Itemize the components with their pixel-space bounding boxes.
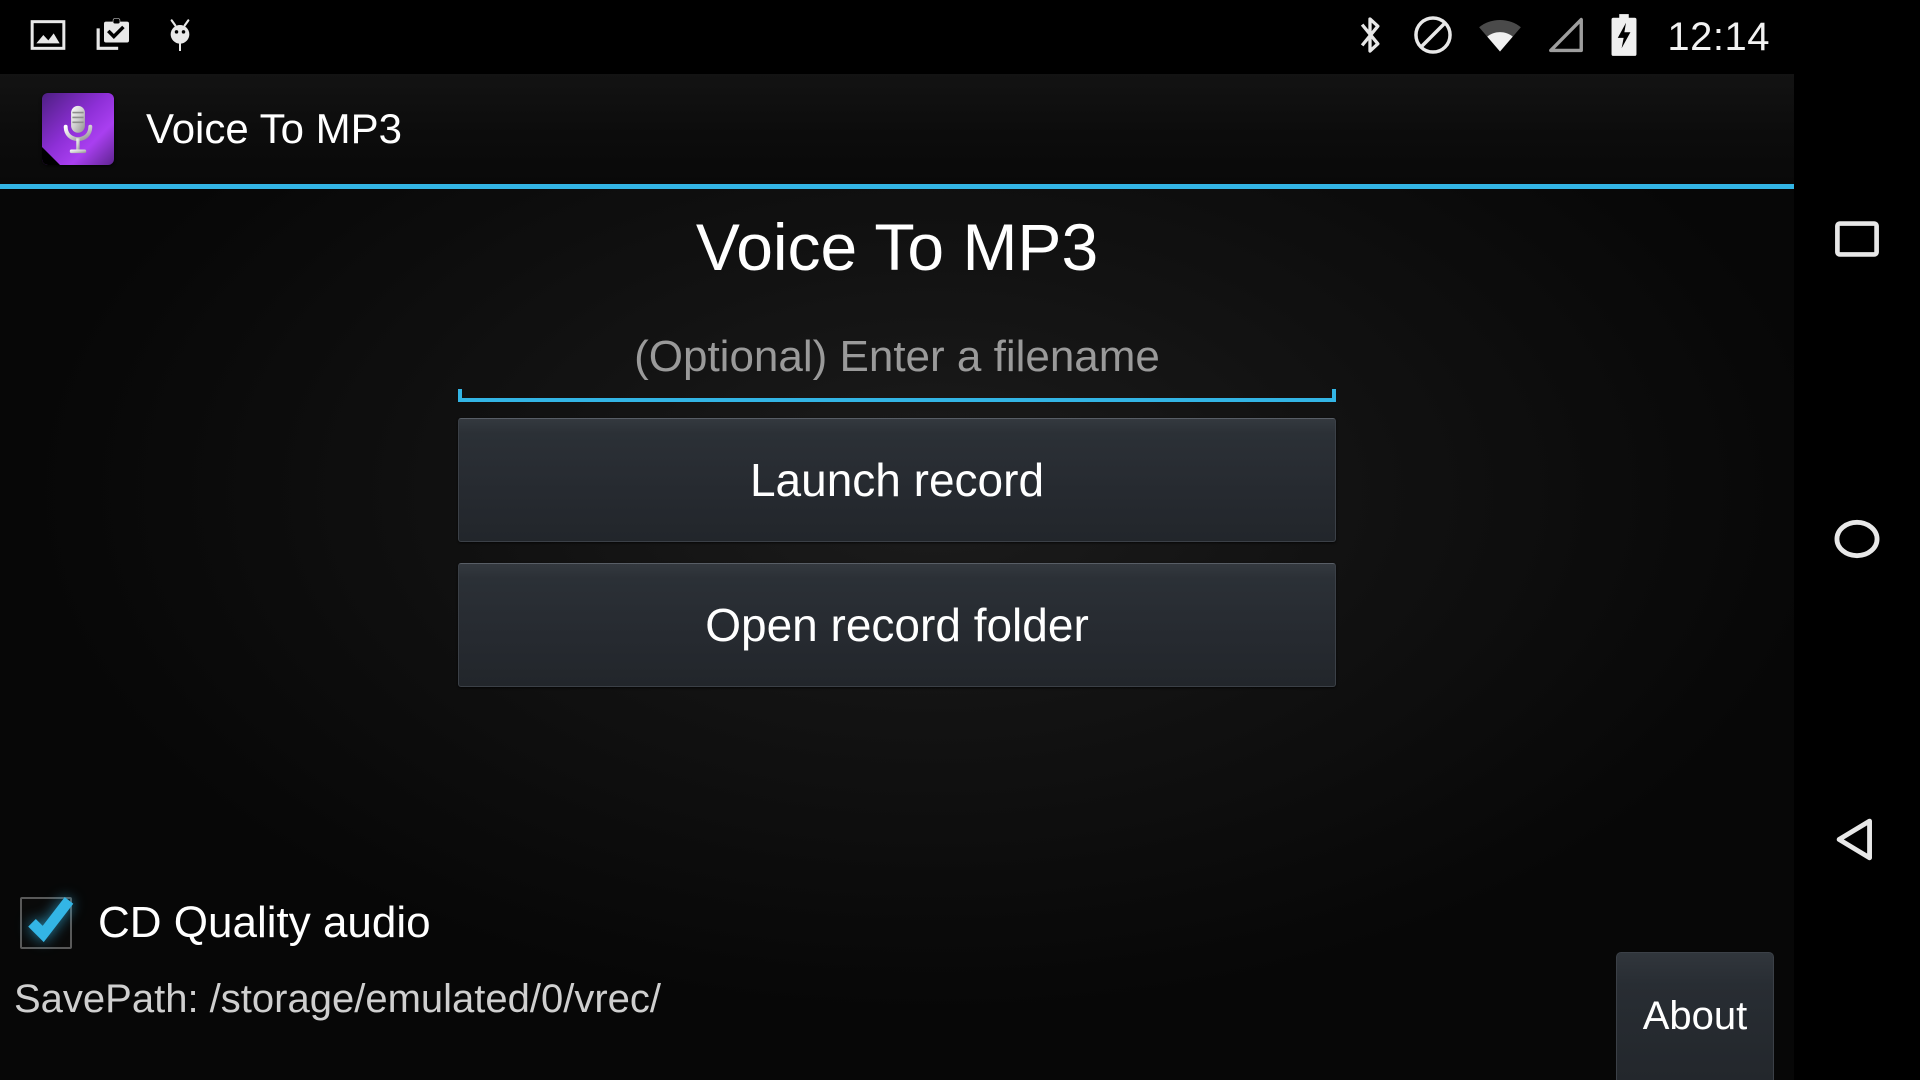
checkmark-icon xyxy=(28,897,74,943)
circle-icon xyxy=(1828,510,1886,573)
cd-quality-label: CD Quality audio xyxy=(98,898,431,947)
back-button[interactable] xyxy=(1794,778,1920,904)
square-icon xyxy=(1829,211,1885,272)
cd-quality-checkbox[interactable] xyxy=(20,897,74,949)
filename-input[interactable] xyxy=(458,324,1336,390)
status-bar-clock: 12:14 xyxy=(1667,15,1770,59)
launch-record-button[interactable]: Launch record xyxy=(458,418,1336,542)
navigation-bar xyxy=(1794,0,1920,1080)
about-button[interactable]: About xyxy=(1616,952,1774,1080)
status-bar-left-icons xyxy=(0,15,200,60)
cellular-signal-icon xyxy=(1545,15,1587,60)
clipboard-check-icon xyxy=(94,15,134,60)
image-icon xyxy=(28,15,68,60)
battery-charging-icon xyxy=(1609,13,1639,62)
do-not-disturb-icon xyxy=(1411,13,1455,62)
android-screen: 12:14 Voice To MP3 Voice To MP3 (Optiona… xyxy=(0,0,1920,1080)
recents-button[interactable] xyxy=(1794,178,1920,304)
bluetooth-icon xyxy=(1351,13,1389,62)
app-title: Voice To MP3 xyxy=(146,105,403,152)
microphone-icon xyxy=(42,93,114,165)
filename-field-underline xyxy=(458,389,1336,402)
save-path-text: SavePath: /storage/emulated/0/vrec/ xyxy=(14,977,662,1021)
status-bar: 12:14 xyxy=(0,0,1794,74)
wifi-icon xyxy=(1477,15,1523,60)
action-bar: Voice To MP3 xyxy=(0,74,1794,184)
home-button[interactable] xyxy=(1794,478,1920,604)
page-title: Voice To MP3 xyxy=(695,210,1099,284)
android-head-icon xyxy=(160,15,200,60)
phone-viewport: 12:14 Voice To MP3 Voice To MP3 (Optiona… xyxy=(0,0,1794,1080)
open-record-folder-button[interactable]: Open record folder xyxy=(458,563,1336,687)
app-content: Voice To MP3 Launch record Open record f… xyxy=(0,189,1794,1080)
triangle-left-icon xyxy=(1828,810,1886,873)
cd-quality-checkbox-row[interactable]: CD Quality audio xyxy=(20,897,431,949)
filename-field-wrapper xyxy=(458,324,1336,402)
status-bar-right-icons: 12:14 xyxy=(1351,13,1794,62)
